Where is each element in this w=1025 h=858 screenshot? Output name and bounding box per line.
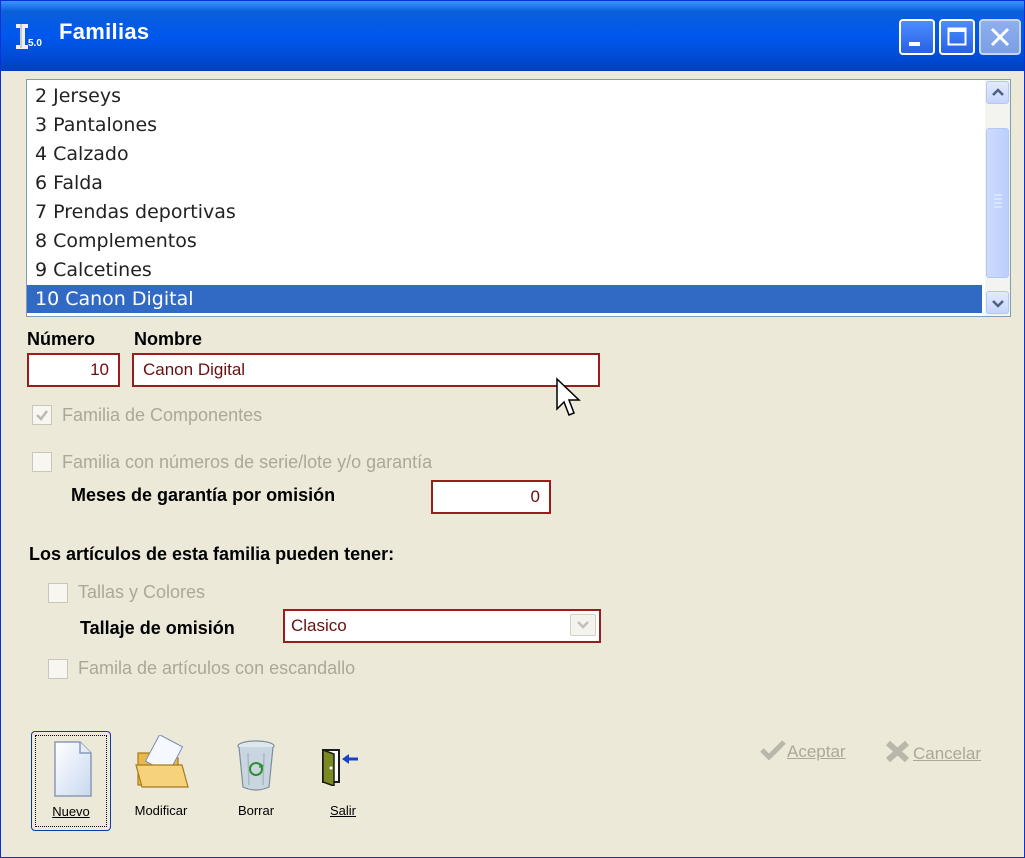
familia-componentes-checkbox[interactable] — [32, 405, 52, 425]
tallas-colores-checkbox[interactable] — [48, 583, 68, 603]
scroll-up-button[interactable] — [986, 81, 1009, 104]
familia-componentes-label: Familia de Componentes — [62, 405, 263, 425]
escandallo-label: Famila de artículos con escandallo — [78, 658, 356, 678]
exit-door-icon — [322, 748, 358, 786]
cancelar-button[interactable]: Cancelar — [883, 739, 981, 764]
nuevo-button[interactable]: Nuevo — [31, 731, 111, 831]
close-icon — [990, 27, 1010, 47]
tallaje-label: Tallaje de omisión — [80, 618, 235, 638]
chevron-up-icon — [992, 88, 1004, 96]
app-icon: 5.0 — [15, 23, 43, 51]
list-item-selected[interactable]: 10 Canon Digital — [27, 285, 982, 313]
aceptar-label: Aceptar — [787, 742, 846, 761]
modificar-button[interactable]: Modificar — [121, 731, 201, 831]
tallaje-value: Clasico — [291, 616, 347, 635]
list-item[interactable]: 6 Falda — [35, 169, 103, 197]
list-scrollbar[interactable] — [985, 80, 1010, 316]
list-item[interactable]: 7 Prendas deportivas — [35, 198, 236, 226]
cancelar-label: Cancelar — [913, 744, 982, 763]
list-item[interactable]: 8 Complementos — [35, 227, 197, 255]
borrar-button[interactable]: Borrar — [216, 731, 296, 831]
meses-garantia-field[interactable]: 0 — [431, 480, 551, 514]
window-title: Familias — [59, 19, 150, 44]
nuevo-label: Nuevo — [52, 804, 90, 819]
close-button[interactable] — [979, 19, 1021, 55]
cancel-x-icon — [885, 740, 910, 763]
minimize-button[interactable] — [899, 19, 935, 55]
dropdown-button[interactable] — [570, 614, 596, 636]
aceptar-button[interactable]: Aceptar — [759, 739, 846, 762]
numero-label: Número — [27, 329, 96, 349]
grip-icon — [994, 194, 1002, 208]
mouse-cursor-icon — [556, 377, 581, 416]
list-item[interactable]: 9 Calcetines — [35, 256, 152, 284]
chevron-down-icon — [992, 300, 1004, 308]
maximize-icon — [947, 27, 967, 46]
meses-garantia-label: Meses de garantía por omisión — [71, 485, 336, 505]
escandallo-checkbox[interactable] — [48, 659, 68, 679]
familia-serie-checkbox[interactable] — [32, 452, 52, 472]
open-folder-icon — [135, 735, 189, 788]
tallas-colores-label: Tallas y Colores — [78, 582, 206, 602]
scroll-down-button[interactable] — [986, 291, 1009, 314]
title-bar[interactable]: 5.0 Familias — [1, 1, 1024, 71]
salir-label: Salir — [329, 803, 356, 818]
tallaje-select[interactable]: Clasico — [283, 609, 601, 643]
scroll-thumb[interactable] — [986, 128, 1009, 278]
app-icon-version: 5.0 — [28, 38, 42, 49]
list-item[interactable]: 2 Jerseys — [35, 82, 121, 110]
new-document-icon — [54, 741, 92, 797]
minimize-icon — [909, 42, 920, 46]
chevron-down-icon — [577, 621, 589, 629]
list-item[interactable]: 4 Calzado — [35, 140, 129, 168]
recycle-bin-icon — [237, 740, 275, 791]
list-item[interactable]: 3 Pantalones — [35, 111, 157, 139]
familia-serie-label: Familia con números de serie/lote y/o ga… — [62, 452, 433, 472]
salir-button[interactable]: Salir — [303, 731, 383, 831]
articulos-heading: Los artículos de esta familia pueden ten… — [29, 544, 395, 564]
checkmark-icon — [36, 410, 48, 421]
borrar-label: Borrar — [237, 803, 275, 818]
nombre-label: Nombre — [134, 329, 203, 349]
familias-window: 5.0 Familias 2 Jerseys 3 Pantalones 4 Ca… — [0, 0, 1025, 858]
maximize-button[interactable] — [939, 19, 975, 55]
modificar-label: Modificar — [134, 803, 188, 818]
nombre-field[interactable]: Canon Digital — [132, 353, 600, 387]
numero-field[interactable]: 10 — [27, 353, 120, 387]
check-icon — [760, 740, 786, 761]
family-listbox[interactable]: 2 Jerseys 3 Pantalones 4 Calzado 6 Falda… — [26, 79, 1011, 317]
